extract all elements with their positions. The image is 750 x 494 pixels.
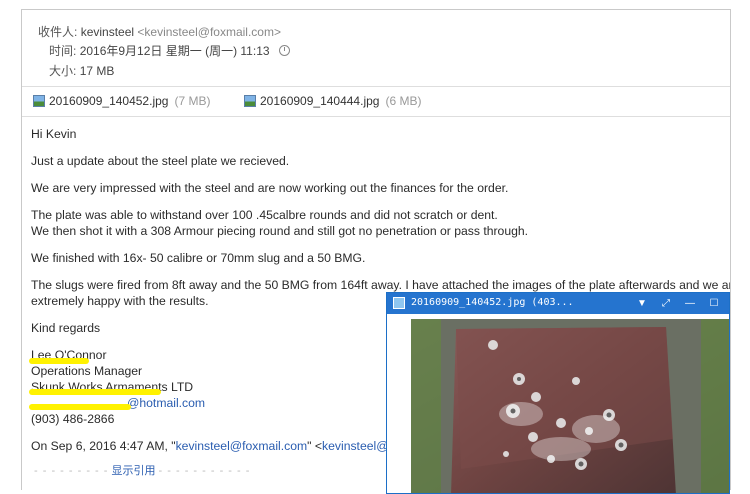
reply-header: On Sep 6, 2016 4:47 AM, "kevinsteel@foxm… <box>31 438 399 454</box>
redaction-highlight <box>29 389 161 395</box>
recipient-email[interactable]: <kevinsteel@foxmail.com> <box>137 25 281 39</box>
recipient-line: 收件人: kevinsteel <kevinsteel@foxmail.com> <box>38 23 281 40</box>
image-viewer-window[interactable]: 20160909_140452.jpg (403... ▼ ⤢ — ☐ <box>386 292 730 494</box>
signature-title: Operations Manager <box>31 364 143 378</box>
paragraph: Just a update about the steel plate we r… <box>31 154 290 168</box>
divider: - - - - - - - - - <box>34 465 109 477</box>
paragraph: We are very impressed with the steel and… <box>31 181 509 195</box>
attachment-size: (7 MB) <box>174 94 211 108</box>
recipient-label: 收件人: <box>38 25 78 39</box>
redaction-highlight <box>29 358 89 364</box>
size-label: 大小: <box>49 64 77 78</box>
signature-email-link[interactable]: @hotmail.com <box>127 395 205 411</box>
attachment-name[interactable]: 20160909_140452.jpg <box>49 94 168 108</box>
viewer-title: 20160909_140452.jpg (403... <box>411 297 574 308</box>
greeting: Hi Kevin <box>31 127 77 141</box>
dropdown-button[interactable]: ▼ <box>633 295 651 312</box>
paragraph: extremely happy with the results. <box>31 294 209 308</box>
signature-phone: (903) 486-2866 <box>31 412 115 426</box>
image-file-icon <box>244 95 256 107</box>
maximize-button[interactable]: ☐ <box>705 295 723 312</box>
size-value: 17 MB <box>79 64 115 78</box>
attachment-item[interactable]: 20160909_140444.jpg (6 MB) <box>244 94 421 108</box>
viewer-titlebar[interactable]: 20160909_140452.jpg (403... ▼ ⤢ — ☐ <box>387 293 729 314</box>
image-viewer-icon <box>393 297 405 309</box>
time-label: 时间: <box>49 44 77 58</box>
size-line: 大小: 17 MB <box>49 62 114 79</box>
attachment-item[interactable]: 20160909_140452.jpg (7 MB) <box>33 94 210 108</box>
reply-email-link[interactable]: kevinsteel@foxmail.com <box>176 439 308 453</box>
recipient-name[interactable]: kevinsteel <box>81 25 134 39</box>
show-quote-toggle[interactable]: - - - - - - - - - 显示引用 - - - - - - - - -… <box>34 462 250 478</box>
email-header: 收件人: kevinsteel <kevinsteel@foxmail.com>… <box>22 10 730 85</box>
paragraph: We finished with 16x- 50 calibre or 70mm… <box>31 251 366 265</box>
time-value: 2016年9月12日 星期一 (周一) 11:13 <box>79 44 270 58</box>
redaction-highlight <box>29 404 131 410</box>
paragraph: We then shot it with a 308 Armour piecin… <box>31 224 529 238</box>
reply-mid: " < <box>307 439 323 453</box>
time-line: 时间: 2016年9月12日 星期一 (周一) 11:13 <box>49 42 290 59</box>
closing: Kind regards <box>31 321 101 335</box>
attachment-size: (6 MB) <box>385 94 422 108</box>
image-file-icon <box>33 95 45 107</box>
minimize-button[interactable]: — <box>681 295 699 312</box>
image-preview[interactable] <box>411 319 729 493</box>
show-quote-label[interactable]: 显示引用 <box>111 465 155 477</box>
attachment-name[interactable]: 20160909_140444.jpg <box>260 94 379 108</box>
reply-prefix: On Sep 6, 2016 4:47 AM, " <box>31 439 176 453</box>
paragraph: The plate was able to withstand over 100… <box>31 208 498 222</box>
steel-plate-photo <box>411 319 729 493</box>
clock-icon[interactable] <box>278 45 290 56</box>
divider: - - - - - - - - - - - <box>158 465 251 477</box>
paragraph: The slugs were fired from 8ft away and t… <box>31 278 731 292</box>
attachment-bar: 20160909_140452.jpg (7 MB) 20160909_14044… <box>22 86 730 117</box>
fit-button[interactable]: ⤢ <box>657 295 675 312</box>
